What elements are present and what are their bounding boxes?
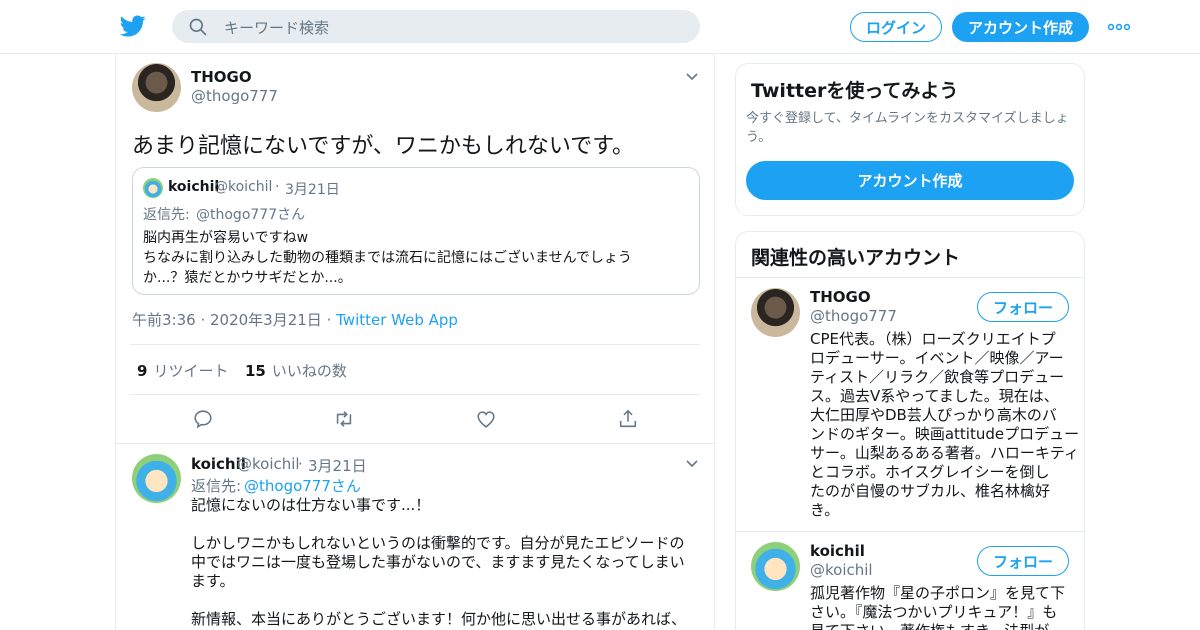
reply-text-line: 中ではワニは一度も登場した事がないので、ますます見たくなってしまい (191, 553, 685, 571)
login-button[interactable]: ログイン (850, 12, 942, 42)
retweet-label: リツイート (153, 362, 229, 380)
signup-button[interactable]: アカウント作成 (952, 12, 1089, 42)
quote-date: 3月21日 (285, 182, 340, 198)
account-name[interactable]: koichil (810, 542, 865, 560)
divider (130, 394, 700, 395)
account-bio: 孤児著作物『星の子ポロン』を見て下 さい。『魔法つかいプリキュア！』も 見て下さ… (810, 584, 1065, 630)
bio-line: 孤児著作物『星の子ポロン』を見て下 (810, 584, 1066, 602)
tweet-date[interactable]: 2020年3月21日 (210, 311, 322, 329)
reply-text-line: ます。 (191, 572, 235, 590)
retweet-count: 9 (137, 362, 148, 380)
divider (736, 531, 1084, 532)
chevron-down-icon[interactable] (685, 72, 699, 82)
bio-line: CPE代表。（株）ローズクリエイトプ (810, 330, 1056, 348)
reply-text-line: 新情報、本当にありがとうございます！何か他に思い出せる事があれば、 (191, 610, 687, 628)
chevron-down-icon[interactable] (685, 459, 699, 469)
twitter-bird-icon[interactable] (119, 13, 147, 39)
signup-card-desc: 今すぐ登録して、タイムラインをカスタマイズしましょ う。 (746, 109, 1069, 147)
signup-card: Twitterを使ってみよう 今すぐ登録して、タイムラインをカスタマイズしましょ… (735, 63, 1085, 216)
bio-line: たのが自慢のサブカル、椎名林檎好 (810, 482, 1051, 500)
bio-line: サー。山梨あるある著者。ハローキティ (810, 444, 1079, 462)
bio-line: き。 (810, 501, 840, 519)
reply-to-prefix: 返信先: (191, 477, 242, 495)
quote-text-line: か...？猿だとかウサギだとか...。 (143, 270, 352, 286)
quote-author-name: koichil (168, 179, 220, 195)
like-count: 15 (245, 362, 266, 380)
follow-button[interactable]: フォロー (977, 546, 1069, 576)
reply-to-handle[interactable]: @thogo777さん (244, 475, 361, 496)
reply-text-line: 記憶にないのは仕方ない事です...！ (191, 496, 431, 514)
divider (130, 344, 700, 345)
bio-line: ンドのギター。映画attitudeプロデュー (810, 425, 1080, 443)
share-icon[interactable] (617, 408, 639, 430)
avatar[interactable] (132, 454, 181, 503)
avatar[interactable] (751, 288, 800, 337)
account-name[interactable]: THOGO (810, 288, 871, 306)
avatar[interactable] (751, 542, 800, 591)
quoted-tweet[interactable]: koichil @koichil · 3月21日 返信先: @thogo777さ… (132, 167, 700, 295)
divider (736, 277, 1084, 278)
desc-line: う。 (746, 130, 772, 145)
related-accounts-title: 関連性の高いアカウント (751, 247, 961, 269)
bio-line: ロデューサー。イベント／映像／アー (810, 349, 1064, 367)
reply-to-prefix: 返信先: (143, 207, 190, 223)
search-icon (189, 18, 207, 36)
avatar (143, 178, 163, 198)
reply-icon[interactable] (192, 408, 214, 430)
separator-dot: · (275, 179, 280, 195)
tweet-text: あまり記憶にないですが、ワニかもしれないです。 (132, 134, 635, 159)
bio-line: さい。『魔法つかいプリキュア！』も (810, 603, 1058, 621)
account-bio: CPE代表。（株）ローズクリエイトプ ロデューサー。イベント／映像／アー ティス… (810, 330, 1079, 520)
reply-author-handle[interactable]: @koichil (237, 455, 300, 473)
signup-card-title: Twitterを使ってみよう (751, 80, 959, 102)
account-handle[interactable]: @koichil (810, 561, 873, 579)
author-handle[interactable]: @thogo777 (191, 87, 278, 105)
desc-line: 今すぐ登録して、タイムラインをカスタマイズしましょ (746, 111, 1069, 126)
avatar[interactable] (132, 63, 181, 112)
like-label: いいねの数 (271, 362, 347, 380)
author-name[interactable]: THOGO (191, 68, 252, 86)
retweet-icon[interactable] (333, 408, 355, 430)
signup-card-button[interactable]: アカウント作成 (746, 161, 1074, 200)
quote-text-line: ちなみに割り込みした動物の種類までは流石に記憶にはございませんでしょう (143, 250, 632, 266)
follow-button[interactable]: フォロー (977, 292, 1069, 322)
more-dots-icon[interactable] (1107, 22, 1131, 32)
quote-author-handle: @koichil (214, 179, 273, 195)
search-placeholder: キーワード検索 (224, 19, 330, 37)
reply-text-line: しかしワニかもしれないというのは衝撃的です。自分が見たエピソードの (191, 534, 685, 552)
divider (116, 443, 714, 444)
related-accounts-card: 関連性の高いアカウント THOGO @thogo777 フォロー CPE代表。（… (735, 231, 1085, 630)
tweet-source[interactable]: Twitter Web App (336, 311, 458, 329)
top-bar: キーワード検索 ログイン アカウント作成 (0, 0, 1200, 54)
reply-to-handle: @thogo777さん (196, 207, 306, 223)
like-stat[interactable]: 15 いいねの数 (245, 360, 347, 381)
tweet-time[interactable]: 午前3:36 (132, 311, 196, 329)
tweet-meta: 午前3:36 · 2020年3月21日 · Twitter Web App (132, 311, 458, 329)
bio-line: 見て下さい。著作権もすき。法型が (810, 622, 1065, 630)
bio-line: ティスト／リラク／飲食等プロデュー (810, 368, 1065, 386)
bio-line: 大仁田厚やDB芸人ぴっかり高木のバ (810, 406, 1057, 424)
account-handle[interactable]: @thogo777 (810, 307, 897, 325)
bio-line: ス。過去V系やってました。現在は、 (810, 387, 1059, 405)
main-column: THOGO @thogo777 あまり記憶にないですが、ワニかもしれないです。 … (115, 54, 715, 630)
retweet-stat[interactable]: 9 リツイート (137, 360, 228, 381)
quote-text-line: 脳内再生が容易いですねw (143, 230, 309, 246)
like-icon[interactable] (475, 408, 497, 430)
bio-line: とコラボ。ホイスグレイシーを倒し (810, 463, 1050, 481)
separator-dot: · (298, 455, 303, 473)
search-box[interactable]: キーワード検索 (172, 10, 700, 43)
reply-date[interactable]: 3月21日 (308, 455, 367, 476)
